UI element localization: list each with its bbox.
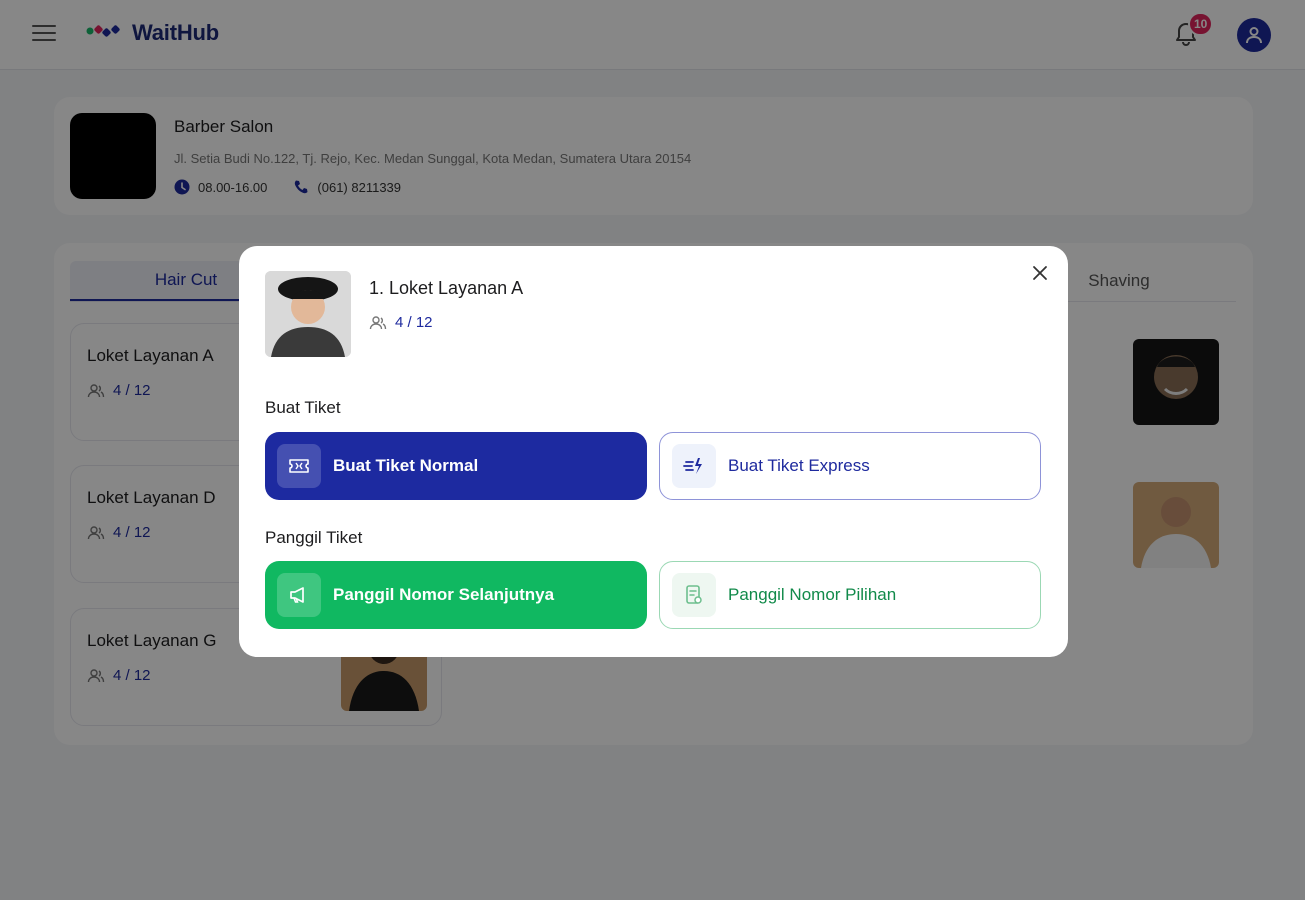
call-next-number-button[interactable]: Panggil Nomor Selanjutnya bbox=[265, 561, 647, 629]
close-icon bbox=[1033, 266, 1047, 280]
create-express-ticket-label: Buat Tiket Express bbox=[728, 456, 870, 475]
call-next-number-label: Panggil Nomor Selanjutnya bbox=[333, 585, 555, 604]
close-button[interactable] bbox=[1029, 262, 1051, 284]
create-normal-ticket-button[interactable]: Buat Tiket Normal bbox=[265, 432, 647, 500]
ticket-icon bbox=[277, 444, 321, 488]
ticket-modal: 1. Loket Layanan A 4 / 12 Buat Tiket Bua… bbox=[239, 246, 1068, 657]
document-list-icon bbox=[672, 573, 716, 617]
express-icon bbox=[672, 444, 716, 488]
create-normal-ticket-label: Buat Tiket Normal bbox=[333, 456, 479, 475]
modal-queue-count-text: 4 / 12 bbox=[395, 314, 433, 331]
create-express-ticket-button[interactable]: Buat Tiket Express bbox=[659, 432, 1041, 500]
call-selected-number-label: Panggil Nomor Pilihan bbox=[728, 585, 897, 604]
people-icon bbox=[369, 315, 387, 329]
megaphone-icon bbox=[277, 573, 321, 617]
create-ticket-heading: Buat Tiket bbox=[265, 398, 341, 417]
modal-title: 1. Loket Layanan A bbox=[369, 278, 524, 298]
counter-staff-photo bbox=[265, 271, 351, 357]
call-ticket-heading: Panggil Tiket bbox=[265, 528, 363, 547]
call-selected-number-button[interactable]: Panggil Nomor Pilihan bbox=[659, 561, 1041, 629]
modal-queue-count: 4 / 12 bbox=[369, 314, 433, 331]
